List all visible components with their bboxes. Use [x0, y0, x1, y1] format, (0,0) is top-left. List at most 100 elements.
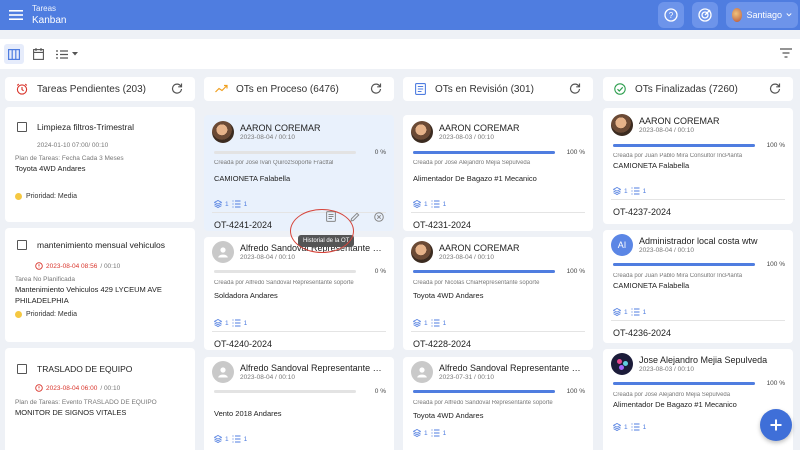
ot-date: 2023-08-04 / 00:10 — [240, 134, 295, 141]
priority-dot-icon — [15, 193, 22, 200]
assignee-name: AARON COREMAR — [639, 116, 720, 126]
column-header: OTs en Proceso (6476) — [204, 77, 394, 101]
work-order-card[interactable]: AARON COREMAR 2023-08-04 / 00:10 100 % C… — [603, 108, 793, 224]
cancel-button[interactable] — [374, 211, 384, 222]
priority-indicator: Prioridad: Media — [5, 193, 195, 200]
work-order-card[interactable]: AARON COREMAR 2023-08-03 / 00:10 100 % C… — [403, 115, 593, 231]
edit-icon — [350, 212, 360, 222]
progress-fill — [413, 151, 555, 154]
refresh-icon[interactable] — [370, 82, 382, 97]
ot-date: 2023-08-03 / 00:10 — [639, 366, 694, 373]
progress-percent: 100 % — [566, 388, 585, 395]
progress-percent: 100 % — [766, 261, 785, 268]
task-checkbox[interactable] — [17, 364, 27, 374]
progress-percent: 100 % — [766, 142, 785, 149]
work-order-card[interactable]: Alfredo Sandoval Representante soporte 2… — [403, 357, 593, 450]
card-divider — [411, 212, 585, 213]
menu-icon[interactable] — [4, 3, 28, 27]
avatar — [732, 8, 743, 22]
document-icon — [413, 82, 427, 96]
task-count: 1 — [243, 319, 248, 327]
list-options-dropdown[interactable] — [56, 49, 78, 59]
checklist-icon — [631, 187, 640, 195]
priority-label: Prioridad: Media — [26, 311, 77, 318]
user-icon — [218, 367, 228, 378]
task-target: Mantenimiento Vehiculos 429 LYCEUM AVE P… — [15, 285, 162, 305]
layers-icon — [214, 435, 222, 443]
progress-percent: 100 % — [766, 380, 785, 387]
priority-label: Prioridad: Media — [26, 193, 77, 200]
task-counts: 1 1 — [204, 435, 394, 443]
task-duration: / 00:10 — [100, 262, 121, 270]
assignee-name: Administrador local costa wtw — [639, 236, 758, 246]
asset-name: CAMIONETA Falabella — [613, 281, 690, 290]
history-button[interactable] — [326, 211, 336, 222]
priority-dot-icon — [15, 311, 22, 318]
work-order-card[interactable]: Alfredo Sandoval Representante soporte 2… — [204, 357, 394, 450]
work-order-card[interactable]: AARON COREMAR 2023-08-04 / 00:10 100 % C… — [403, 237, 593, 350]
avatar — [411, 241, 433, 263]
work-order-card[interactable]: AI Administrador local costa wtw 2023-08… — [603, 230, 793, 343]
assignee-name: Jose Alejandro Mejia Sepulveda — [639, 355, 768, 365]
user-menu[interactable]: Santiago — [726, 2, 798, 28]
refresh-icon[interactable] — [569, 82, 581, 97]
card-divider — [611, 320, 785, 321]
asset-count: 1 — [225, 435, 229, 443]
progress-bar — [413, 270, 555, 273]
assignee-name: AARON COREMAR — [240, 123, 321, 133]
checklist-icon — [232, 200, 241, 208]
task-plan: Plan de Tareas: Fecha Cada 3 Meses — [15, 155, 124, 162]
columns-icon — [8, 48, 20, 60]
add-button[interactable] — [760, 409, 792, 441]
task-card[interactable]: Limpieza filtros-Trimestral 2024-01-10 0… — [5, 107, 195, 222]
task-count: 1 — [442, 200, 447, 208]
progress-percent: 0 % — [374, 268, 386, 275]
task-counts: 1 1 — [204, 200, 394, 208]
asset-name: CAMIONETA Falabella — [214, 174, 291, 183]
refresh-icon[interactable] — [171, 82, 183, 97]
help-button[interactable]: ? — [658, 2, 684, 28]
task-count: 1 — [442, 319, 447, 327]
work-order-card[interactable]: Alfredo Sandoval Representante soporte 2… — [204, 237, 394, 350]
asset-count: 1 — [624, 423, 628, 431]
filter-button[interactable] — [780, 45, 792, 63]
work-order-card[interactable]: AARON COREMAR 2023-08-04 / 00:10 0 % Cre… — [204, 115, 394, 231]
task-plan: Plan de Tareas: Evento TRASLADO DE EQUIP… — [15, 399, 157, 406]
avatar — [212, 361, 234, 383]
assignee-name: Alfredo Sandoval Representante soporte — [439, 363, 585, 373]
refresh-icon[interactable] — [769, 82, 781, 97]
asset-count: 1 — [225, 200, 229, 208]
asset-name: Vento 2018 Andares — [214, 409, 282, 418]
task-card[interactable]: mantenimiento mensual vehiculos 2023-08-… — [5, 228, 195, 342]
column-header: OTs Finalizadas (7260) — [603, 77, 793, 101]
task-checkbox[interactable] — [17, 122, 27, 132]
ot-date: 2023-08-04 / 00:10 — [639, 247, 694, 254]
layers-icon — [413, 319, 421, 327]
asset-name: Toyota 4WD Andares — [413, 291, 484, 300]
created-by: Creada por Alfredo Sandoval Representant… — [413, 400, 553, 406]
kanban-view-button[interactable] — [4, 44, 24, 64]
checklist-icon — [431, 200, 440, 208]
avatar — [212, 121, 234, 143]
avatar — [411, 121, 433, 143]
list-icon — [56, 49, 68, 59]
progress-fill — [413, 390, 555, 393]
calendar-icon — [32, 48, 44, 60]
asset-name: Toyota 4WD Andares — [413, 411, 484, 420]
priority-indicator: Prioridad: Media — [5, 311, 195, 318]
clock-alert-icon — [35, 262, 43, 270]
asset-name: Soldadora Andares — [214, 291, 278, 300]
progress-bar — [214, 151, 356, 154]
target-button[interactable] — [692, 2, 718, 28]
calendar-view-button[interactable] — [28, 44, 48, 64]
avatar — [611, 114, 633, 136]
target-icon — [698, 8, 712, 22]
task-card[interactable]: TRASLADO DE EQUIPO 2023-08-04 06:00 / 00… — [5, 348, 195, 450]
ot-date: 2023-08-03 / 00:10 — [439, 134, 494, 141]
created-by: Creada por Juan Pablo Mira Consultor Inc… — [613, 273, 743, 279]
edit-button[interactable] — [350, 212, 360, 222]
avatar — [212, 241, 234, 263]
task-checkbox[interactable] — [17, 240, 27, 250]
progress-percent: 0 % — [374, 388, 386, 395]
task-counts: 1 1 — [403, 429, 593, 437]
